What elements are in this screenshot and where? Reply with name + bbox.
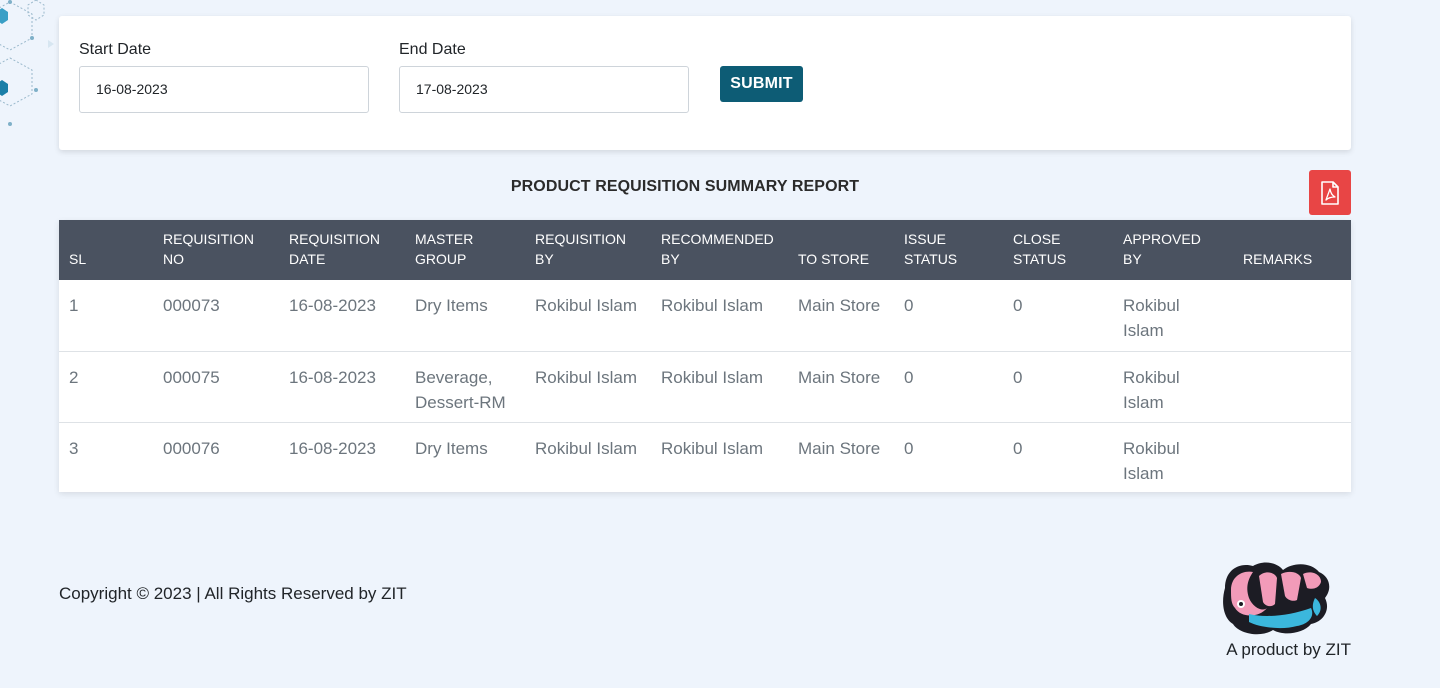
- table-cell: Beverage, Dessert-RM: [405, 351, 525, 423]
- table-cell: [1233, 422, 1351, 492]
- end-date-label: End Date: [399, 41, 466, 58]
- table-cell: Dry Items: [405, 280, 525, 352]
- column-header: REQUISITION DATE: [279, 220, 405, 280]
- chillee-logo: [1223, 562, 1330, 635]
- table-cell: Dry Items: [415, 438, 488, 458]
- table-row: 1 000073 16-08-2023 Dry Items Rokibul Islam R…: [59, 280, 1351, 352]
- table-cell: Main Store: [798, 438, 881, 458]
- table-cell: Rokibul Islam: [535, 438, 638, 458]
- column-header: REQUISITION NO: [153, 220, 279, 280]
- column-header: TO STORE: [788, 220, 894, 280]
- start-date-input[interactable]: 16-08-2023: [79, 66, 369, 113]
- table-header-row: SL REQUISITION NO REQUISITION DATE MASTER G…: [59, 220, 1351, 280]
- hexagon-decoration-icon: [0, 0, 54, 126]
- product-by-text: A product by ZIT: [1226, 640, 1351, 659]
- pdf-file-icon: [1321, 180, 1339, 205]
- end-date-field: End Date 17-08-2023: [399, 40, 689, 113]
- table-cell: 0: [1003, 351, 1113, 423]
- column-header: CLOSE STATUS: [1003, 220, 1113, 280]
- report-title: PRODUCT REQUISITION SUMMARY REPORT: [510, 178, 860, 195]
- column-header: MASTER GROUP: [405, 220, 525, 280]
- table-cell: Rokibul Islam: [1113, 280, 1233, 352]
- table-cell: [1233, 351, 1351, 423]
- column-header: SL: [59, 220, 153, 280]
- page: Start Date 16-08-2023 End Date 17-08-202…: [0, 0, 1440, 688]
- table-cell: 0: [1013, 438, 1023, 458]
- table-cell: 0: [894, 280, 1003, 352]
- start-date-label: Start Date: [79, 41, 152, 58]
- table-cell: Rokibul Islam: [525, 351, 651, 423]
- table-cell: 1: [59, 280, 153, 352]
- column-header: RECOMMENDED BY: [651, 220, 788, 280]
- table-row: 3 000076 16-08-2023 Dry Items Rokibul Islam R…: [59, 422, 1351, 492]
- table-cell: 0: [904, 438, 914, 458]
- table-cell: Rokibul Islam: [1113, 351, 1233, 423]
- table-cell: 16-08-2023: [279, 351, 405, 423]
- submit-button[interactable]: SUBMIT: [720, 66, 803, 102]
- table-cell: 000075: [153, 351, 279, 423]
- copyright-text: Copyright © 2023 | All Rights Reserved b…: [59, 584, 407, 603]
- table-cell: Rokibul Islam: [661, 438, 764, 458]
- table-cell: Rokibul Islam: [651, 351, 788, 423]
- column-header: REQUISITION BY: [525, 220, 651, 280]
- column-header: REMARKS: [1233, 220, 1351, 280]
- table-cell: 0: [894, 351, 1003, 423]
- table-cell: 3: [69, 438, 79, 458]
- column-header: APPROVED BY: [1113, 220, 1233, 280]
- table-cell: 000076: [163, 438, 220, 458]
- end-date-input[interactable]: 17-08-2023: [399, 66, 689, 113]
- date-filter-card: Start Date 16-08-2023 End Date 17-08-202…: [59, 16, 1351, 150]
- table-cell: Rokibul Islam: [525, 280, 651, 352]
- start-date-field: Start Date 16-08-2023: [79, 40, 369, 113]
- table-row: 2 000075 16-08-2023 Beverage, Dessert-RM Rok…: [59, 351, 1351, 423]
- table-cell: [1233, 280, 1351, 352]
- table-cell: 16-08-2023: [279, 280, 405, 352]
- pdf-export-button[interactable]: [1309, 170, 1351, 215]
- table-cell: 16-08-2023: [289, 438, 376, 458]
- table-cell: Main Store: [788, 351, 894, 423]
- table-cell: 2: [59, 351, 153, 423]
- table-cell: Main Store: [788, 280, 894, 352]
- table-cell: Rokibul Islam: [1123, 438, 1180, 483]
- column-header: ISSUE STATUS: [894, 220, 1003, 280]
- requisition-table: SL REQUISITION NO REQUISITION DATE MASTER G…: [59, 220, 1351, 492]
- table-cell: 0: [1003, 280, 1113, 352]
- table-cell: 000073: [153, 280, 279, 352]
- table-cell: Rokibul Islam: [651, 280, 788, 352]
